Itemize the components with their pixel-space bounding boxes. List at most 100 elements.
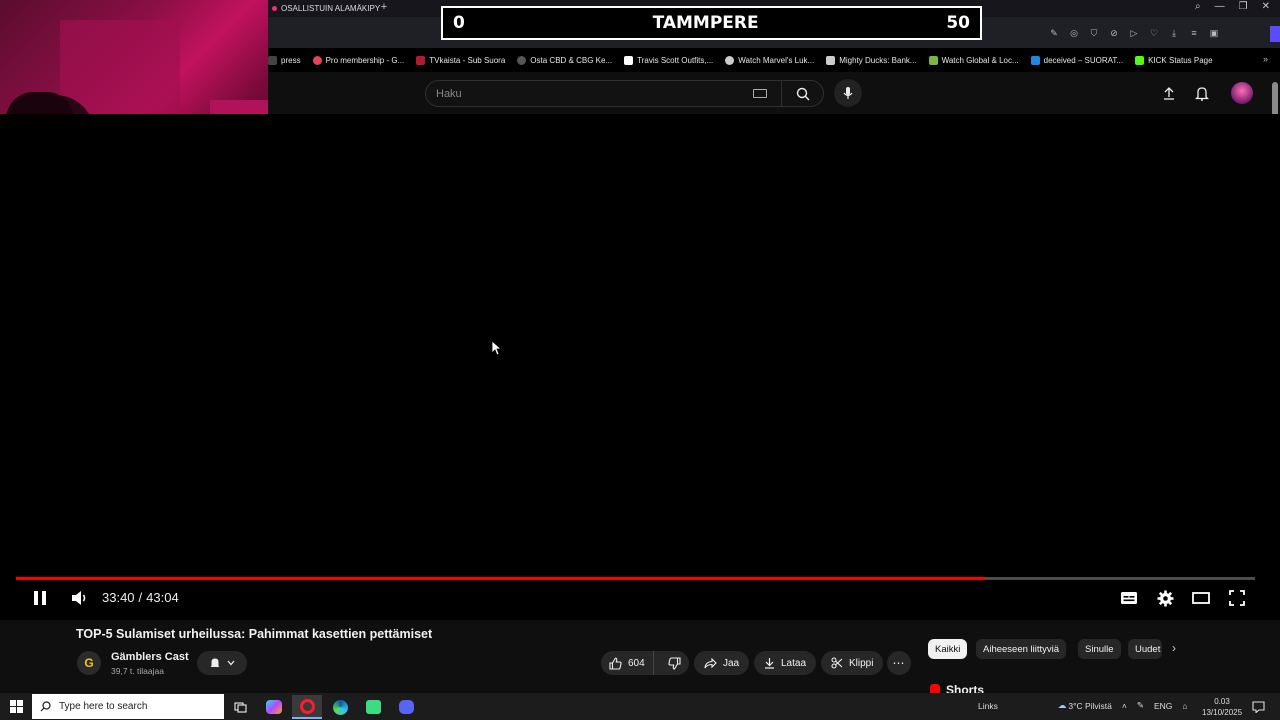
chevron-up-icon[interactable]: ˄ — [1122, 701, 1127, 711]
bookmark-item[interactable]: KICK Status Page — [1135, 55, 1213, 65]
search-icon[interactable]: ⌕ — [1195, 1, 1201, 12]
bookmark-favicon-icon — [268, 55, 277, 65]
chip-for-you[interactable]: Sinulle — [1078, 639, 1121, 659]
android-icon — [928, 55, 938, 65]
like-count: 604 — [628, 657, 645, 669]
location-pin-icon — [312, 55, 322, 65]
ellipsis-icon: ⋯ — [892, 656, 906, 670]
channel-logo-icon: G — [84, 656, 94, 670]
time-display: 33:40 / 43:04 — [102, 590, 179, 605]
network-icon[interactable]: ⌂ — [1182, 701, 1187, 711]
bookmark-item[interactable]: Travis Scott Outfits,... — [624, 55, 713, 65]
volume-button[interactable] — [69, 588, 91, 608]
bookmark-item[interactable]: Pro membership - G... — [312, 55, 404, 65]
current-time: 33:40 — [102, 590, 135, 605]
chip-new[interactable]: Uudet — [1128, 639, 1162, 659]
taskbar-app-messenger[interactable] — [358, 695, 388, 719]
extension-badge-icon[interactable] — [1270, 26, 1280, 42]
voice-search-button[interactable] — [834, 79, 862, 107]
links-toolbar[interactable]: Links — [978, 701, 998, 711]
channel-avatar[interactable]: G — [77, 651, 101, 675]
menu-icon[interactable]: ≡ — [1188, 28, 1200, 39]
tab-favicon-icon — [272, 5, 277, 11]
keyboard-icon[interactable] — [753, 89, 767, 98]
plus-icon[interactable]: + — [378, 1, 390, 13]
taskbar-app-discord[interactable] — [391, 695, 421, 719]
bookmark-item[interactable]: TVkaista - Sub Suora — [416, 55, 505, 65]
minimize-icon[interactable]: — — [1215, 1, 1225, 12]
taskbar-search-input[interactable] — [59, 701, 209, 712]
shield-icon[interactable]: ⛉ — [1088, 28, 1100, 39]
chevron-right-icon[interactable]: › — [1172, 641, 1176, 655]
lock-icon[interactable]: ▣ — [1208, 28, 1220, 39]
scoreboard-title: TAMMPERE — [652, 13, 759, 33]
heart-icon[interactable]: ♡ — [1148, 28, 1160, 39]
taskbar-app-opera[interactable] — [292, 695, 322, 719]
subtitles-button[interactable] — [1118, 588, 1140, 608]
more-actions-button[interactable]: ⋯ — [887, 651, 911, 675]
edit-icon[interactable]: ✎ — [1048, 28, 1060, 39]
video-player[interactable] — [0, 114, 1280, 620]
play-icon[interactable]: ▷ — [1128, 28, 1140, 39]
search-button[interactable] — [781, 81, 823, 106]
pause-button[interactable] — [29, 588, 51, 608]
bookmark-item[interactable]: Watch Marvel's Luk... — [725, 55, 814, 65]
bookmark-item[interactable]: Watch Global & Loc... — [928, 55, 1019, 65]
bookmark-item[interactable]: press — [268, 55, 301, 65]
restore-icon[interactable]: ❐ — [1239, 1, 1248, 12]
bell-icon[interactable] — [1194, 86, 1210, 106]
chevron-right-icon[interactable]: » — [1263, 54, 1268, 64]
vpn-icon[interactable]: ⊘ — [1108, 28, 1120, 39]
taskbar-app-copilot[interactable] — [259, 695, 289, 719]
task-view-button[interactable] — [225, 695, 255, 719]
clock-date: 13/10/2025 — [1202, 708, 1243, 717]
bookmark-item[interactable]: deceived – SUORAT... — [1030, 55, 1123, 65]
share-button[interactable]: Jaa — [694, 651, 750, 675]
pen-icon[interactable]: ✎ — [1137, 700, 1144, 711]
like-dislike-group: 604 — [601, 651, 689, 675]
download-button[interactable]: Lataa — [754, 651, 817, 675]
weather-text[interactable]: 3°C Pilvistä — [1068, 701, 1112, 711]
fullscreen-button[interactable] — [1226, 588, 1248, 608]
dislike-button[interactable] — [660, 656, 689, 670]
start-button[interactable] — [0, 693, 32, 720]
search-box[interactable] — [425, 80, 824, 107]
camera-icon[interactable]: ◎ — [1068, 28, 1080, 39]
fullscreen-icon — [1229, 590, 1245, 606]
avatar[interactable] — [1231, 82, 1253, 104]
chat-app-icon — [365, 700, 381, 714]
bookmark-item[interactable]: Mighty Ducks: Bank... — [826, 55, 917, 65]
theater-mode-button[interactable] — [1190, 588, 1212, 608]
bookmarks-bar: press Pro membership - G... TVkaista - S… — [268, 52, 1280, 68]
thumbs-down-icon — [668, 656, 681, 670]
subscribed-button[interactable] — [197, 651, 247, 675]
taskbar-search[interactable] — [32, 694, 224, 719]
settings-button[interactable] — [1154, 588, 1176, 608]
search-icon — [796, 87, 809, 100]
microphone-icon — [843, 87, 853, 99]
like-button[interactable]: 604 — [601, 651, 654, 675]
chip-related[interactable]: Aiheeseen liittyviä — [976, 639, 1067, 659]
search-input[interactable] — [426, 87, 753, 100]
browser-tab[interactable]: OSALLISTUIN ALAMÄKIPY — [268, 0, 380, 16]
tvkaista-icon — [416, 55, 426, 65]
progress-bar[interactable] — [16, 577, 1255, 580]
time-separator: / — [138, 590, 143, 605]
taskbar-app-edge[interactable] — [325, 695, 355, 719]
clip-button[interactable]: Klippi — [821, 651, 884, 675]
cloud-icon[interactable]: ☁ — [1058, 700, 1067, 711]
bolt-icon — [826, 55, 836, 65]
store-icon — [624, 55, 634, 65]
channel-name[interactable]: Gämblers Cast — [111, 651, 189, 663]
bookmark-item[interactable]: Osta CBD & CBG Ke... — [517, 55, 612, 65]
close-icon[interactable]: ✕ — [1262, 1, 1270, 12]
chip-all[interactable]: Kaikki — [928, 639, 968, 659]
notification-icon[interactable] — [1252, 700, 1265, 718]
clock[interactable]: 0.03 13/10/2025 — [1202, 696, 1242, 718]
upload-icon[interactable] — [1162, 86, 1176, 105]
thumbs-up-icon — [609, 656, 622, 670]
language-indicator[interactable]: ENG — [1154, 701, 1172, 711]
window-controls: ⌕ — ❐ ✕ — [1195, 1, 1270, 12]
windows-icon — [9, 700, 23, 713]
download-icon[interactable]: ⤓ — [1168, 28, 1180, 39]
